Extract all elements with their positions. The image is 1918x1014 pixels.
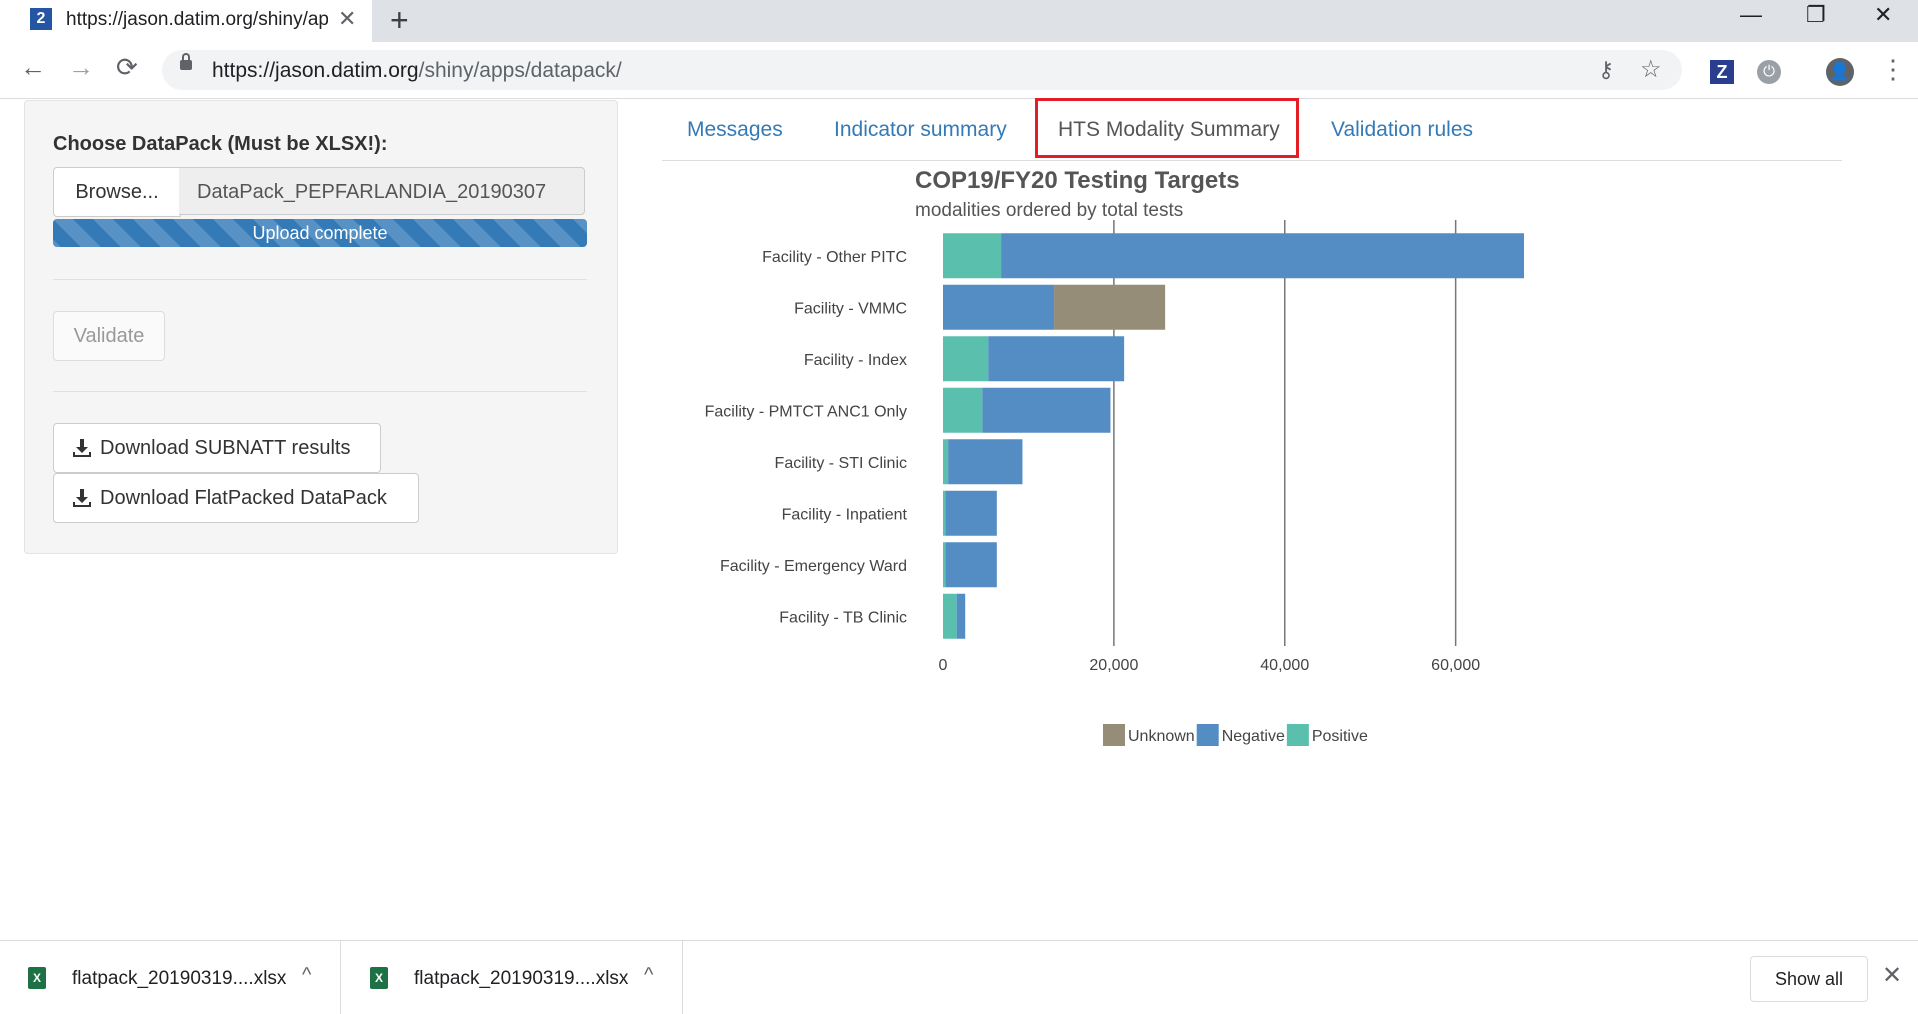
file-input-group: Browse... DataPack_PEPFARLANDIA_20190307 (53, 167, 587, 217)
bar-positive[interactable] (943, 490, 946, 536)
forward-icon[interactable]: → (68, 52, 94, 83)
category-label: Facility - STI Clinic (775, 455, 907, 472)
tab-messages[interactable]: Messages (687, 118, 783, 142)
download-file-name: flatpack_20190319....xlsx (72, 968, 287, 989)
chart-title: COP19/FY20 Testing Targets (915, 167, 1240, 194)
category-label: Facility - Inpatient (782, 506, 908, 523)
category-label: Facility - TB Clinic (779, 609, 907, 626)
hts-modality-chart: COP19/FY20 Testing Targets modalities or… (662, 160, 1842, 760)
x-tick-label: 20,000 (1089, 657, 1138, 674)
bookmark-star-icon[interactable]: ☆ (1640, 55, 1662, 84)
download-flatpack-button[interactable]: Download FlatPacked DataPack (53, 473, 419, 523)
show-all-button[interactable]: Show all (1750, 956, 1868, 1002)
bar-positive[interactable] (943, 593, 957, 639)
bar-negative[interactable] (948, 439, 1023, 485)
window-minimize-button[interactable]: — (1740, 2, 1762, 28)
bar-positive[interactable] (943, 439, 949, 485)
url-host: https://jason.datim.org (212, 59, 419, 82)
divider (53, 279, 587, 280)
bar-unknown[interactable] (1054, 284, 1166, 330)
bar-negative[interactable] (982, 387, 1111, 433)
chevron-up-icon[interactable]: ^ (302, 964, 311, 987)
url-text[interactable]: https://jason.datim.org/shiny/apps/datap… (212, 59, 622, 83)
key-icon[interactable]: ⚷ (1598, 57, 1614, 83)
window-restore-button[interactable]: ❐ (1806, 2, 1826, 28)
download-flatpack-label: Download FlatPacked DataPack (100, 487, 387, 509)
validate-button[interactable]: Validate (53, 311, 165, 361)
excel-file-icon: X (28, 967, 46, 989)
bar-positive[interactable] (943, 336, 989, 382)
choose-datapack-label: Choose DataPack (Must be XLSX!): (53, 133, 388, 155)
bar-negative[interactable] (1001, 233, 1524, 279)
download-icon (73, 489, 91, 507)
chart-subtitle: modalities ordered by total tests (915, 200, 1183, 221)
category-label: Facility - VMMC (794, 300, 907, 317)
browser-tab[interactable]: 2 https://jason.datim.org/shiny/apps/dat… (0, 0, 372, 42)
download-file-name: flatpack_20190319....xlsx (414, 968, 629, 989)
bar-negative[interactable] (956, 593, 966, 639)
browse-button[interactable]: Browse... (53, 167, 181, 217)
legend-swatch (1286, 724, 1309, 746)
back-icon[interactable]: ← (20, 52, 46, 83)
bar-negative[interactable] (988, 336, 1125, 382)
reload-icon[interactable]: ⟳ (116, 52, 138, 83)
power-extension-icon[interactable]: ⏻ (1757, 60, 1781, 84)
bar-positive[interactable] (943, 387, 983, 433)
excel-file-icon: X (370, 967, 388, 989)
sidebar-panel: Choose DataPack (Must be XLSX!): Browse.… (24, 100, 618, 554)
download-subnatt-label: Download SUBNATT results (100, 437, 351, 459)
download-icon (73, 439, 91, 457)
new-tab-button[interactable]: + (390, 2, 409, 39)
profile-icon[interactable]: 👤 (1826, 58, 1854, 86)
tab-close-icon[interactable]: ✕ (338, 6, 356, 32)
divider (53, 391, 587, 392)
file-name-field[interactable]: DataPack_PEPFARLANDIA_20190307 (179, 167, 585, 215)
legend-label: Unknown (1128, 728, 1195, 745)
downloads-shelf: X flatpack_20190319....xlsx ^ X flatpack… (0, 940, 1918, 1014)
chart-svg: COP19/FY20 Testing Targets modalities or… (705, 167, 1524, 746)
window-close-button[interactable]: ✕ (1874, 2, 1892, 28)
download-item[interactable]: X flatpack_20190319....xlsx ^ (342, 941, 683, 1014)
x-tick-label: 0 (939, 657, 948, 674)
bar-negative[interactable] (945, 542, 997, 588)
download-subnatt-button[interactable]: Download SUBNATT results (53, 423, 381, 473)
category-label: Facility - Other PITC (762, 249, 907, 266)
x-tick-label: 40,000 (1260, 657, 1309, 674)
close-shelf-icon[interactable]: ✕ (1882, 961, 1902, 990)
lock-icon (180, 53, 192, 70)
x-tick-label: 60,000 (1431, 657, 1480, 674)
browser-menu-icon[interactable]: ⋮ (1880, 54, 1906, 85)
legend-swatch (1103, 724, 1125, 746)
tab-title: https://jason.datim.org/shiny/apps/datap… (66, 9, 328, 30)
upload-progress-bar: Upload complete (53, 219, 587, 247)
bar-positive[interactable] (943, 542, 946, 588)
legend-swatch (1196, 724, 1219, 746)
chevron-up-icon[interactable]: ^ (644, 964, 653, 987)
legend-label: Negative (1222, 728, 1285, 745)
category-label: Facility - Index (804, 352, 907, 369)
bar-negative[interactable] (945, 490, 997, 536)
zotero-extension-icon[interactable]: Z (1710, 60, 1734, 84)
category-label: Facility - Emergency Ward (720, 558, 907, 575)
bar-negative[interactable] (943, 284, 1055, 330)
url-path: /shiny/apps/datapack/ (418, 59, 622, 82)
active-tab-highlight (1035, 98, 1299, 158)
address-bar[interactable]: https://jason.datim.org/shiny/apps/datap… (162, 50, 1682, 90)
category-label: Facility - PMTCT ANC1 Only (705, 403, 907, 420)
legend-label: Positive (1312, 728, 1368, 745)
browser-toolbar: ← → ⟳ https://jason.datim.org/shiny/apps… (0, 42, 1918, 99)
download-item[interactable]: X flatpack_20190319....xlsx ^ (0, 941, 341, 1014)
tab-indicator-summary[interactable]: Indicator summary (834, 118, 1007, 142)
browser-tabstrip: 2 https://jason.datim.org/shiny/apps/dat… (0, 0, 1918, 42)
tab-validation-rules[interactable]: Validation rules (1331, 118, 1473, 142)
tab-favicon-icon: 2 (30, 8, 52, 30)
bar-positive[interactable] (943, 233, 1002, 279)
